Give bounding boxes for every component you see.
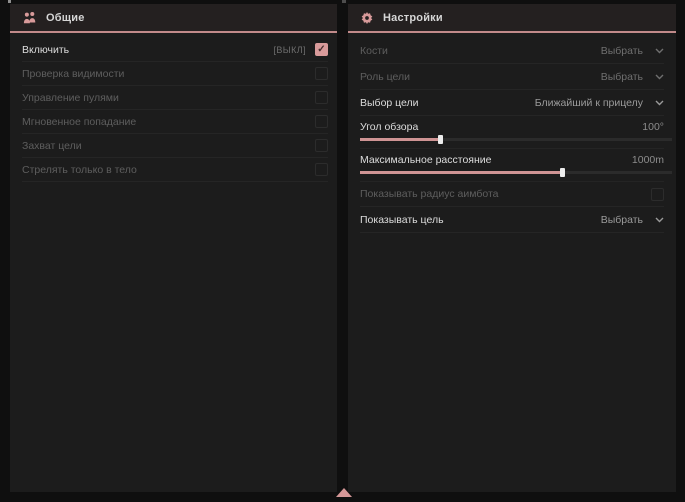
setting-label: Роль цели bbox=[360, 71, 410, 83]
setting-label: Показывать цель bbox=[360, 214, 444, 226]
setting-row-target-role: Роль цели Выбрать bbox=[360, 64, 664, 90]
setting-row-body-only: Стрелять только в тело bbox=[22, 158, 328, 182]
setting-row-target-selection: Выбор цели Ближайший к прицелу bbox=[360, 90, 664, 116]
setting-label: Максимальное расстояние bbox=[360, 154, 491, 166]
gear-icon bbox=[360, 11, 374, 25]
slider-value: 1000m bbox=[632, 154, 664, 166]
setting-row-bones: Кости Выбрать bbox=[360, 38, 664, 64]
panel-title: Общие bbox=[46, 12, 85, 24]
slider-handle[interactable] bbox=[438, 135, 443, 144]
chevron-down-icon bbox=[655, 74, 664, 80]
setting-label: Захват цели bbox=[22, 140, 82, 152]
setting-row-visibility-check: Проверка видимости bbox=[22, 62, 328, 86]
target-selection-dropdown[interactable]: Ближайший к прицелу bbox=[535, 97, 664, 109]
chevron-down-icon bbox=[655, 217, 664, 223]
window-edge-tick bbox=[342, 0, 346, 3]
settings-panel-body: Кости Выбрать Роль цели Выбрать Выбор це… bbox=[348, 33, 676, 233]
triangle-up-icon[interactable] bbox=[336, 488, 352, 497]
show-target-dropdown[interactable]: Выбрать bbox=[601, 214, 664, 226]
people-icon bbox=[22, 11, 37, 25]
body-only-checkbox[interactable] bbox=[315, 163, 328, 176]
dropdown-value: Выбрать bbox=[601, 45, 643, 57]
general-panel-header[interactable]: Общие bbox=[10, 4, 337, 31]
window-edge-tick bbox=[8, 0, 11, 3]
setting-row-target-lock: Захват цели bbox=[22, 134, 328, 158]
target-role-dropdown[interactable]: Выбрать bbox=[601, 71, 664, 83]
slider-value: 100° bbox=[642, 121, 664, 133]
hotkey-binding: [ВЫКЛ] bbox=[273, 45, 306, 55]
setting-row-show-target: Показывать цель Выбрать bbox=[360, 207, 664, 233]
setting-label: Проверка видимости bbox=[22, 68, 124, 80]
chevron-down-icon bbox=[655, 100, 664, 106]
setting-label: Угол обзора bbox=[360, 121, 418, 133]
panel-title: Настройки bbox=[383, 12, 443, 24]
setting-label: Кости bbox=[360, 45, 388, 57]
slider-fill bbox=[360, 138, 441, 141]
target-lock-checkbox[interactable] bbox=[315, 139, 328, 152]
setting-label: Показывать радиус аимбота bbox=[360, 188, 499, 200]
fov-slider[interactable] bbox=[360, 138, 672, 141]
check-icon: ✓ bbox=[317, 45, 325, 55]
setting-row-fov: Угол обзора 100° bbox=[360, 116, 664, 149]
setting-label: Стрелять только в тело bbox=[22, 164, 137, 176]
settings-panel: Настройки Кости Выбрать Роль цели Выбрат… bbox=[348, 4, 676, 492]
dropdown-value: Выбрать bbox=[601, 71, 643, 83]
instant-hit-checkbox[interactable] bbox=[315, 115, 328, 128]
general-panel-body: Включить [ВЫКЛ] ✓ Проверка видимости Упр… bbox=[10, 33, 337, 182]
visibility-check-checkbox[interactable] bbox=[315, 67, 328, 80]
dropdown-value: Выбрать bbox=[601, 214, 643, 226]
setting-label: Включить bbox=[22, 44, 69, 56]
enable-checkbox[interactable]: ✓ bbox=[315, 43, 328, 56]
slider-handle[interactable] bbox=[560, 168, 565, 177]
setting-label: Управление пулями bbox=[22, 92, 119, 104]
max-distance-slider[interactable] bbox=[360, 171, 672, 174]
chevron-down-icon bbox=[655, 48, 664, 54]
setting-row-instant-hit: Мгновенное попадание bbox=[22, 110, 328, 134]
general-panel: Общие Включить [ВЫКЛ] ✓ Проверка видимос… bbox=[10, 4, 337, 492]
setting-row-bullet-control: Управление пулями bbox=[22, 86, 328, 110]
setting-label: Мгновенное попадание bbox=[22, 116, 136, 128]
setting-row-show-radius: Показывать радиус аимбота bbox=[360, 182, 664, 207]
setting-row-enable: Включить [ВЫКЛ] ✓ bbox=[22, 38, 328, 62]
bones-dropdown[interactable]: Выбрать bbox=[601, 45, 664, 57]
dropdown-value: Ближайший к прицелу bbox=[535, 97, 643, 109]
show-radius-checkbox[interactable] bbox=[651, 188, 664, 201]
setting-row-max-distance: Максимальное расстояние 1000m bbox=[360, 149, 664, 182]
settings-panel-header[interactable]: Настройки bbox=[348, 4, 676, 31]
bullet-control-checkbox[interactable] bbox=[315, 91, 328, 104]
setting-label: Выбор цели bbox=[360, 97, 419, 109]
slider-fill bbox=[360, 171, 563, 174]
